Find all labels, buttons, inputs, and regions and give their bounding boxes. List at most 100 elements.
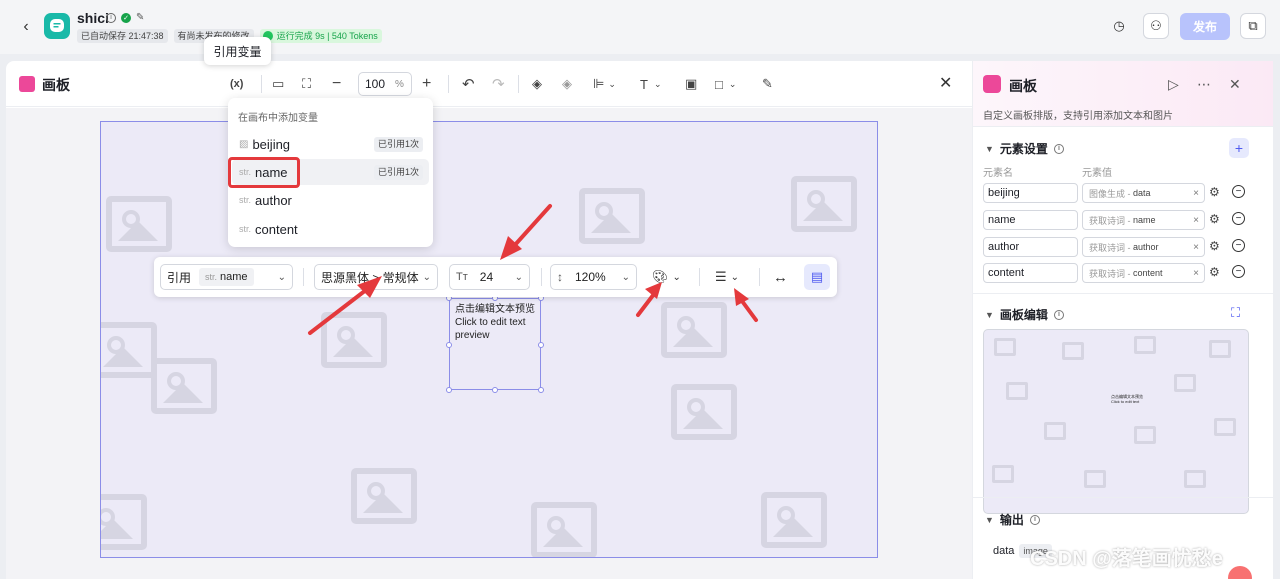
run-icon[interactable]: ▷ xyxy=(1168,76,1179,93)
pen-icon[interactable]: ✎ xyxy=(762,73,773,95)
element-name-input[interactable]: beijing xyxy=(983,183,1078,203)
align-icon[interactable]: ⊫ ⌄ xyxy=(593,73,616,95)
run-status[interactable]: 运行完成 9s | 540 Tokens xyxy=(259,29,382,43)
fullscreen-icon[interactable]: ⛶ xyxy=(302,73,311,95)
resize-handle[interactable] xyxy=(538,387,544,393)
info-icon[interactable]: i xyxy=(1053,309,1064,320)
resize-handle[interactable] xyxy=(446,387,452,393)
element-name-input[interactable]: content xyxy=(983,263,1078,283)
caret-down-icon: ▼ xyxy=(985,514,994,525)
chevron-down-icon: ⌄ xyxy=(277,271,286,283)
clear-icon[interactable]: × xyxy=(1193,242,1199,253)
close-icon[interactable]: ✕ xyxy=(1229,76,1241,93)
edit-icon[interactable]: ✎ xyxy=(136,12,144,23)
preview-text-line: Click to edit text xyxy=(1111,399,1140,404)
image-placeholder-icon xyxy=(761,492,827,548)
fit-canvas-icon[interactable]: ▭ xyxy=(272,73,284,95)
image-placeholder-icon xyxy=(994,338,1016,356)
arrow-to-color xyxy=(636,292,656,317)
title-icons: i ✓ ✎ xyxy=(106,12,144,23)
history-icon[interactable]: ◷ xyxy=(1106,13,1132,39)
element-value-select[interactable]: 获取诗词 - author × xyxy=(1082,237,1205,257)
remove-icon[interactable]: − xyxy=(1232,239,1245,252)
variable-item-beijing[interactable]: ▨ beijing 已引用1次 xyxy=(232,131,429,157)
add-image-icon[interactable]: ▣ xyxy=(685,73,697,95)
back-arrow-icon[interactable]: ‹ xyxy=(16,17,36,37)
zoom-out-icon[interactable]: − xyxy=(332,73,341,95)
image-placeholder-icon xyxy=(671,384,737,440)
zoom-in-icon[interactable]: + xyxy=(422,73,431,95)
gear-icon[interactable]: ⚙ xyxy=(1209,185,1220,199)
image-placeholder-icon xyxy=(1184,470,1206,488)
more-icon[interactable]: ⋯ xyxy=(1197,76,1211,93)
remove-icon[interactable]: − xyxy=(1232,265,1245,278)
layer-down-icon[interactable]: ◈ xyxy=(562,73,572,95)
clear-icon[interactable]: × xyxy=(1193,215,1199,226)
value-var: data xyxy=(1133,188,1151,198)
clear-icon[interactable]: × xyxy=(1193,268,1199,279)
arrow-to-font-size xyxy=(512,204,552,248)
resize-handle[interactable] xyxy=(492,387,498,393)
element-value-select[interactable]: 获取诗词 - name × xyxy=(1082,210,1205,230)
gear-icon[interactable]: ⚙ xyxy=(1209,239,1220,253)
clear-icon[interactable]: × xyxy=(1193,188,1199,199)
column-value-label: 元素值 xyxy=(1082,168,1112,179)
canvas-preview[interactable]: 点击编辑文本预览 Click to edit text xyxy=(983,329,1249,514)
remove-icon[interactable]: − xyxy=(1232,185,1245,198)
image-placeholder-icon xyxy=(1062,342,1084,360)
reference-tag: str. name xyxy=(199,268,254,286)
collaborators-icon[interactable]: ⚇ xyxy=(1143,13,1169,39)
element-value-select[interactable]: 图像生成 - data × xyxy=(1082,183,1205,203)
close-icon[interactable]: ✕ xyxy=(939,73,952,93)
copy-icon[interactable]: ⧉ xyxy=(1240,13,1266,39)
element-value-select[interactable]: 获取诗词 - content × xyxy=(1082,263,1205,283)
output-section-title[interactable]: ▼ 输出 i xyxy=(985,511,1040,528)
properties-title: 画板 xyxy=(1009,78,1037,94)
canvas-edit-section-title[interactable]: ▼ 画板编辑 i xyxy=(985,306,1064,323)
value-source: 获取诗词 - xyxy=(1089,215,1131,226)
resize-handle[interactable] xyxy=(446,342,452,348)
image-placeholder-icon xyxy=(101,494,147,550)
chat-bubble-icon xyxy=(50,19,64,32)
elements-section-title[interactable]: ▼ 元素设置 i xyxy=(985,140,1064,157)
zoom-unit: % xyxy=(395,78,404,90)
element-name-input[interactable]: author xyxy=(983,237,1078,257)
properties-panel: 画板 ▷ ⋯ ✕ 自定义画板排版，支持引用添加文本和图片 ▼ 元素设置 i + 元素… xyxy=(973,61,1273,579)
add-element-button[interactable]: + xyxy=(1229,138,1249,158)
app-title: shici xyxy=(77,10,109,26)
info-icon[interactable]: i xyxy=(1053,143,1064,154)
add-text-icon[interactable]: T ⌄ xyxy=(640,73,662,95)
toolbar-divider xyxy=(261,75,262,93)
reference-value: name xyxy=(220,271,248,283)
output-name: data xyxy=(993,545,1015,557)
image-placeholder-icon xyxy=(1174,374,1196,392)
element-row: content 获取诗词 - content × ⚙ − xyxy=(983,263,1253,283)
csdn-watermark: CSDN @落笔画忧愁e xyxy=(1030,548,1223,570)
output-title-text: 输出 xyxy=(999,513,1024,527)
resize-handle[interactable] xyxy=(538,342,544,348)
element-name-input[interactable]: name xyxy=(983,210,1078,230)
app-logo xyxy=(44,13,70,39)
add-shape-icon[interactable]: □ ⌄ xyxy=(715,73,736,95)
remove-icon[interactable]: − xyxy=(1232,212,1245,225)
expand-icon[interactable]: ⛶ xyxy=(1231,305,1240,321)
variable-kind: str. xyxy=(239,195,252,205)
variable-name: author xyxy=(255,192,292,208)
annotation-highlight-box xyxy=(228,157,300,188)
reference-select[interactable]: 引用 str. name ⌄ xyxy=(160,264,293,290)
value-var: name xyxy=(1133,215,1156,225)
zoom-input[interactable]: 100% xyxy=(358,72,412,96)
insert-variable-button[interactable]: (x) xyxy=(230,73,243,95)
redo-icon[interactable]: ↷ xyxy=(492,73,505,95)
image-placeholder-icon xyxy=(151,358,217,414)
image-placeholder-icon xyxy=(1044,422,1066,440)
publish-button[interactable]: 发布 xyxy=(1180,13,1230,40)
canvas-node-icon xyxy=(983,75,1001,93)
toolbar-divider xyxy=(518,75,519,93)
layer-up-icon[interactable]: ◈ xyxy=(532,73,542,95)
info-icon[interactable]: i xyxy=(106,12,116,23)
info-icon[interactable]: i xyxy=(1029,514,1040,525)
gear-icon[interactable]: ⚙ xyxy=(1209,265,1220,279)
undo-icon[interactable]: ↶ xyxy=(462,73,475,95)
gear-icon[interactable]: ⚙ xyxy=(1209,212,1220,226)
